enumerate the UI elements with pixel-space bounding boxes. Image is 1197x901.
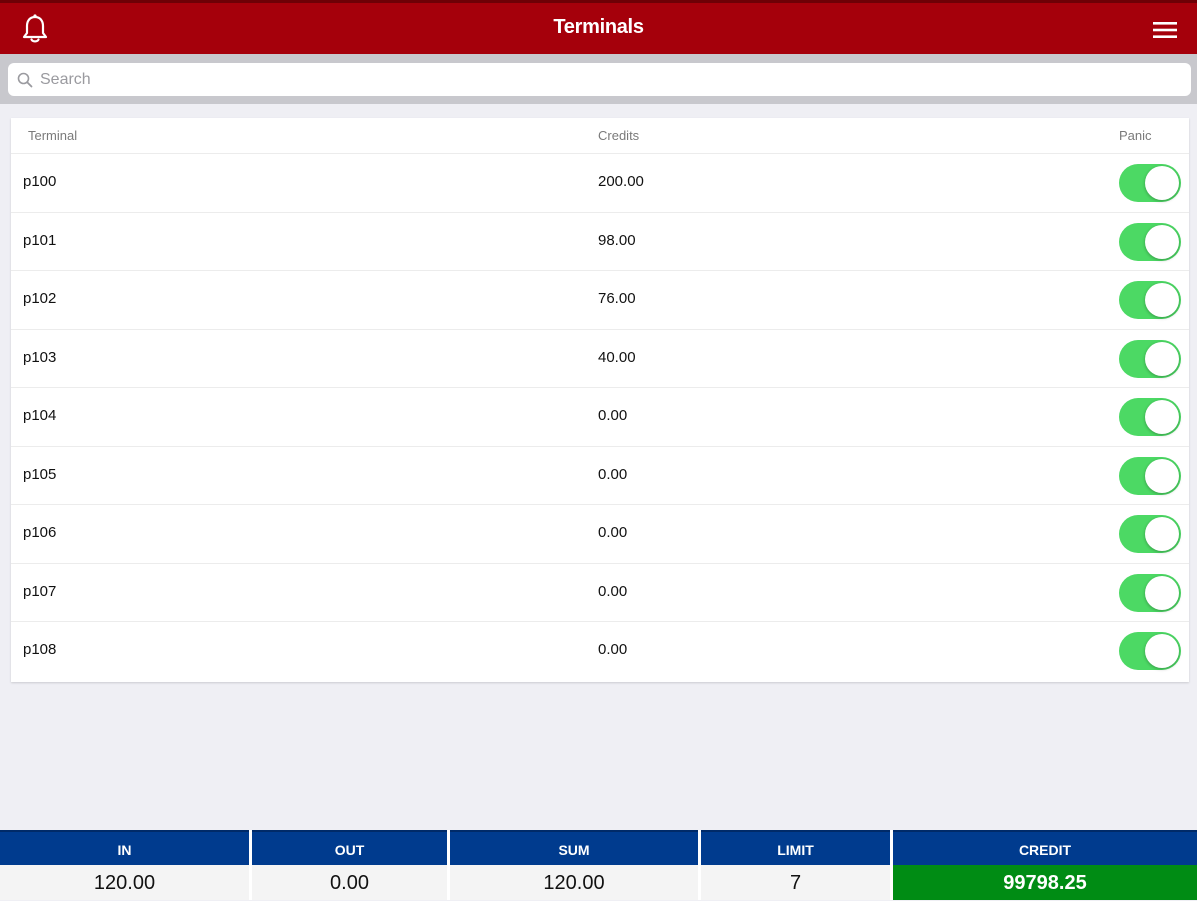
terminal-credits: 0.00 <box>598 641 628 658</box>
table-row[interactable]: p105 0.00 <box>11 447 1189 505</box>
app-header: Terminals <box>0 0 1197 54</box>
table-row[interactable]: p103 40.00 <box>11 330 1189 388</box>
toggle-knob <box>1145 224 1179 259</box>
summary-value: 7 <box>701 865 890 900</box>
toggle-knob <box>1145 575 1179 610</box>
summary-footer: IN 120.00 OUT 0.00 SUM 120.00 LIMIT 7 CR… <box>0 830 1197 900</box>
hamburger-menu-icon[interactable] <box>1150 17 1180 43</box>
terminal-credits: 40.00 <box>598 348 636 366</box>
summary-credit: CREDIT 99798.25 <box>890 830 1197 900</box>
search-box[interactable] <box>8 63 1191 96</box>
summary-value: 99798.25 <box>893 865 1197 900</box>
terminal-credits: 0.00 <box>598 524 628 541</box>
table-row[interactable]: p102 76.00 <box>11 271 1189 330</box>
terminal-name: p102 <box>23 290 57 307</box>
terminal-name: p103 <box>23 348 57 366</box>
toggle-knob <box>1145 458 1179 493</box>
toggle-knob <box>1145 517 1179 551</box>
terminal-credits: 76.00 <box>598 290 636 307</box>
terminal-name: p108 <box>23 641 57 658</box>
toggle-knob <box>1145 341 1179 376</box>
panic-toggle[interactable] <box>1119 456 1181 495</box>
terminal-name: p106 <box>23 524 57 541</box>
panic-toggle[interactable] <box>1119 573 1181 612</box>
summary-value: 0.00 <box>252 865 447 900</box>
summary-label: IN <box>0 830 249 865</box>
terminal-name: p107 <box>23 582 57 600</box>
table-header: Terminal Credits Panic <box>11 118 1189 154</box>
terminal-credits: 0.00 <box>598 407 628 424</box>
panic-toggle[interactable] <box>1119 222 1181 261</box>
search-bar <box>0 54 1197 104</box>
summary-label: CREDIT <box>893 830 1197 865</box>
toggle-knob <box>1145 634 1179 668</box>
page-title: Terminals <box>553 16 644 38</box>
terminal-name: p100 <box>23 173 57 190</box>
search-icon <box>17 72 33 88</box>
summary-in: IN 120.00 <box>0 830 249 900</box>
table-row[interactable]: p101 98.00 <box>11 213 1189 271</box>
terminal-credits: 0.00 <box>598 465 628 483</box>
toggle-knob <box>1145 400 1179 434</box>
summary-label: LIMIT <box>701 830 890 865</box>
panic-toggle[interactable] <box>1119 339 1181 378</box>
table-row[interactable]: p100 200.00 <box>11 154 1189 213</box>
summary-label: SUM <box>450 830 698 865</box>
search-input[interactable] <box>40 63 1180 96</box>
column-header-terminal: Terminal <box>28 128 78 143</box>
summary-limit: LIMIT 7 <box>698 830 890 900</box>
terminal-credits: 200.00 <box>598 173 644 190</box>
terminal-name: p104 <box>23 407 57 424</box>
panic-toggle[interactable] <box>1119 398 1181 436</box>
column-header-credits: Credits <box>598 128 640 143</box>
panic-toggle[interactable] <box>1119 281 1181 319</box>
panic-toggle[interactable] <box>1119 515 1181 553</box>
panic-toggle[interactable] <box>1119 164 1181 202</box>
terminal-name: p105 <box>23 465 57 483</box>
toggle-knob <box>1145 166 1179 200</box>
summary-value: 120.00 <box>0 865 249 900</box>
summary-out: OUT 0.00 <box>249 830 447 900</box>
terminal-credits: 98.00 <box>598 231 636 249</box>
summary-value: 120.00 <box>450 865 698 900</box>
column-header-panic: Panic <box>1119 128 1152 143</box>
terminals-table: Terminal Credits Panic p100 200.00 p101 … <box>11 118 1189 682</box>
summary-label: OUT <box>252 830 447 865</box>
table-row[interactable]: p104 0.00 <box>11 388 1189 447</box>
terminal-name: p101 <box>23 231 57 249</box>
table-row[interactable]: p108 0.00 <box>11 622 1189 681</box>
table-row[interactable]: p107 0.00 <box>11 564 1189 622</box>
toggle-knob <box>1145 283 1179 317</box>
table-row[interactable]: p106 0.00 <box>11 505 1189 564</box>
summary-sum: SUM 120.00 <box>447 830 698 900</box>
terminal-credits: 0.00 <box>598 582 628 600</box>
panic-toggle[interactable] <box>1119 632 1181 670</box>
